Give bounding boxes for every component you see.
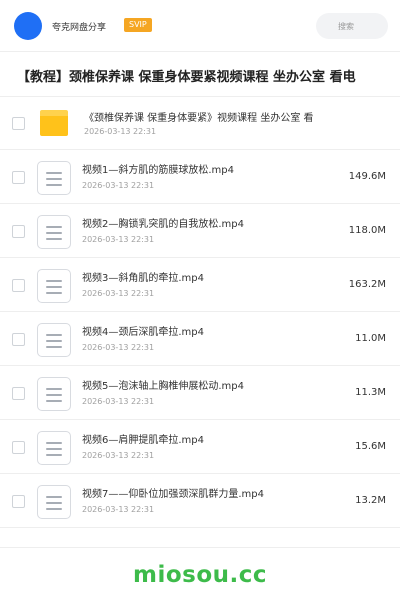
file-name: 视频2—胸锁乳突肌的自我放松.mp4: [82, 219, 244, 230]
video-file-icon: [37, 269, 71, 303]
checkbox[interactable]: [12, 387, 25, 400]
page-title: 【教程】颈椎保养课 保重身体要紧视频课程 坐办公室 看电: [17, 70, 356, 85]
checkbox[interactable]: [12, 225, 25, 238]
file-size: 149.6M: [348, 171, 386, 182]
file-name: 视频3—斜角肌的牵拉.mp4: [82, 273, 204, 284]
file-size: 13.2M: [355, 495, 386, 506]
file-size: 118.0M: [348, 225, 386, 236]
checkbox[interactable]: [12, 333, 25, 346]
list-item[interactable]: 视频3—斜角肌的牵拉.mp4 2026-03-13 22:31 163.2M: [0, 258, 400, 312]
folder-date: 2026-03-13 22:31: [84, 127, 157, 136]
divider: [0, 547, 400, 548]
file-name: 视频7——仰卧位加强颈深肌群力量.mp4: [82, 489, 264, 500]
file-name: 视频5—泡沫轴上胸椎伸展松动.mp4: [82, 381, 244, 392]
video-file-icon: [37, 377, 71, 411]
folder-name: 《颈椎保养课 保重身体要紧》视频课程 坐办公室 看: [84, 113, 314, 124]
list-item[interactable]: 视频4—颈后深肌牵拉.mp4 2026-03-13 22:31 11.0M: [0, 312, 400, 366]
file-name: 视频6—肩胛提肌牵拉.mp4: [82, 435, 204, 446]
title-bar: 【教程】颈椎保养课 保重身体要紧视频课程 坐办公室 看电: [0, 66, 400, 88]
file-size: 11.3M: [355, 387, 386, 398]
list-item[interactable]: 视频6—肩胛提肌牵拉.mp4 2026-03-13 22:31 15.6M: [0, 420, 400, 474]
video-file-icon: [37, 323, 71, 357]
checkbox[interactable]: [12, 117, 25, 130]
list-item-folder[interactable]: 《颈椎保养课 保重身体要紧》视频课程 坐办公室 看 2026-03-13 22:…: [0, 96, 400, 150]
svip-badge: SVIP: [124, 18, 152, 32]
top-header: 夸克网盘分享 SVIP 搜索: [0, 0, 400, 52]
avatar[interactable]: [14, 12, 42, 40]
checkbox[interactable]: [12, 279, 25, 292]
list-item[interactable]: 视频5—泡沫轴上胸椎伸展松动.mp4 2026-03-13 22:31 11.3…: [0, 366, 400, 420]
file-list: 《颈椎保养课 保重身体要紧》视频课程 坐办公室 看 2026-03-13 22:…: [0, 96, 400, 528]
video-file-icon: [37, 215, 71, 249]
file-date: 2026-03-13 22:31: [82, 343, 155, 352]
file-size: 15.6M: [355, 441, 386, 452]
file-date: 2026-03-13 22:31: [82, 451, 155, 460]
file-date: 2026-03-13 22:31: [82, 181, 155, 190]
file-name: 视频4—颈后深肌牵拉.mp4: [82, 327, 204, 338]
file-size: 11.0M: [355, 333, 386, 344]
list-item[interactable]: 视频2—胸锁乳突肌的自我放松.mp4 2026-03-13 22:31 118.…: [0, 204, 400, 258]
file-date: 2026-03-13 22:31: [82, 289, 155, 298]
folder-icon: [40, 110, 68, 136]
video-file-icon: [37, 161, 71, 195]
file-name: 视频1—斜方肌的筋膜球放松.mp4: [82, 165, 234, 176]
list-item[interactable]: 视频1—斜方肌的筋膜球放松.mp4 2026-03-13 22:31 149.6…: [0, 150, 400, 204]
video-file-icon: [37, 485, 71, 519]
file-date: 2026-03-13 22:31: [82, 505, 155, 514]
video-file-icon: [37, 431, 71, 465]
watermark: miosou.cc: [132, 562, 268, 588]
file-size: 163.2M: [348, 279, 386, 290]
file-date: 2026-03-13 22:31: [82, 397, 155, 406]
list-item[interactable]: 视频7——仰卧位加强颈深肌群力量.mp4 2026-03-13 22:31 13…: [0, 474, 400, 528]
checkbox[interactable]: [12, 171, 25, 184]
sharer-name: 夸克网盘分享: [52, 23, 107, 33]
checkbox[interactable]: [12, 441, 25, 454]
file-date: 2026-03-13 22:31: [82, 235, 155, 244]
checkbox[interactable]: [12, 495, 25, 508]
search-input[interactable]: 搜索: [316, 13, 388, 39]
search-placeholder: 搜索: [338, 22, 354, 31]
